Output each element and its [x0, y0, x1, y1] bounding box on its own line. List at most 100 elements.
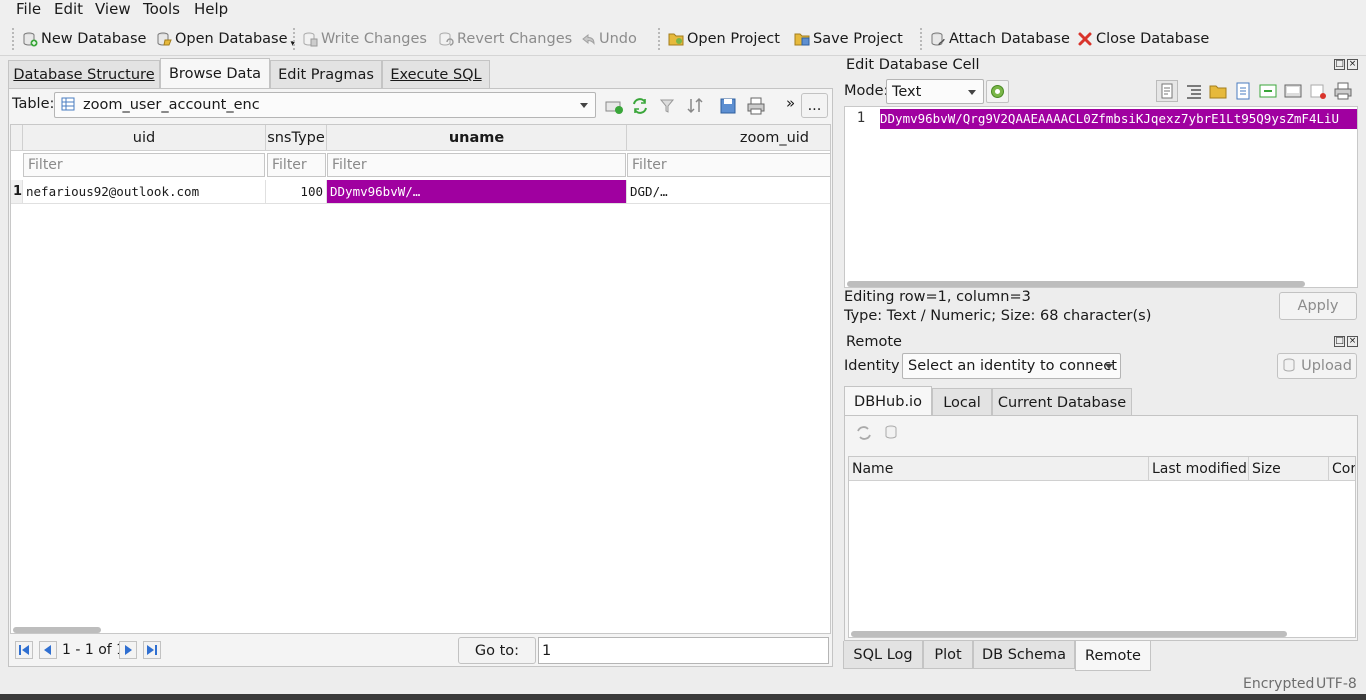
- filter-input-uid[interactable]: Filter: [23, 153, 265, 177]
- cell-snstype[interactable]: 100: [266, 180, 327, 204]
- image-view-icon[interactable]: [1283, 81, 1303, 101]
- tab-db-schema[interactable]: DB Schema: [973, 641, 1075, 669]
- open-database-button[interactable]: Open Database ▾: [156, 26, 295, 52]
- cell-editor[interactable]: 1 DDymv96bvW/Qrg9V2QAAEAAAACL0ZfmbsiKJqe…: [844, 106, 1358, 288]
- tab-edit-pragmas[interactable]: Edit Pragmas: [270, 60, 382, 88]
- export-file-icon[interactable]: [1233, 81, 1253, 101]
- menu-help[interactable]: Help: [192, 0, 230, 22]
- insert-record-icon[interactable]: [604, 96, 624, 116]
- set-as-null-icon[interactable]: [1258, 81, 1278, 101]
- close-icon[interactable]: ×: [1347, 336, 1358, 347]
- refresh-icon[interactable]: [630, 96, 650, 116]
- filter-input-snstype[interactable]: Filter: [267, 153, 326, 177]
- goto-input[interactable]: 1: [538, 637, 829, 664]
- goto-button[interactable]: Go to:: [458, 637, 536, 664]
- column-header-name[interactable]: Name: [849, 457, 1149, 481]
- close-icon[interactable]: ×: [1347, 59, 1358, 70]
- chevron-down-icon: [968, 90, 976, 95]
- refresh-remote-icon[interactable]: [855, 424, 873, 442]
- tab-remote[interactable]: Remote: [1075, 641, 1151, 671]
- tab-database-structure[interactable]: Database Structure: [8, 60, 160, 88]
- more-tools-button[interactable]: »: [786, 94, 795, 112]
- undo-icon: [580, 31, 596, 47]
- upload-icon: [1282, 358, 1298, 374]
- menu-view[interactable]: View: [93, 0, 133, 22]
- cell-editor-content[interactable]: DDymv96bvW/Qrg9V2QAAEAAAACL0ZfmbsiKJqexz…: [880, 109, 1357, 129]
- column-header-uid[interactable]: uid: [23, 125, 266, 151]
- tab-sql-log[interactable]: SQL Log: [843, 641, 923, 669]
- auto-format-icon: [991, 85, 1004, 98]
- tab-plot[interactable]: Plot: [923, 641, 973, 669]
- table-selector[interactable]: zoom_user_account_enc: [54, 92, 596, 118]
- clone-database-icon[interactable]: [883, 424, 901, 442]
- clear-cell-icon[interactable]: [1308, 81, 1328, 101]
- tab-browse-data[interactable]: Browse Data: [160, 58, 270, 88]
- close-database-button[interactable]: Close Database: [1077, 26, 1209, 52]
- tab-local[interactable]: Local: [932, 388, 992, 416]
- remote-file-list[interactable]: Name Last modified Size Cor: [848, 456, 1356, 638]
- first-page-button[interactable]: [15, 641, 33, 659]
- tab-execute-sql[interactable]: Execute SQL: [382, 60, 490, 88]
- column-header-size[interactable]: Size: [1249, 457, 1329, 481]
- column-header-zoom-uid[interactable]: zoom_uid: [627, 125, 830, 151]
- next-page-button[interactable]: [119, 641, 137, 659]
- print-cell-icon[interactable]: [1333, 81, 1353, 101]
- identity-select[interactable]: Select an identity to connect: [902, 353, 1121, 379]
- more-options-button[interactable]: ...: [801, 93, 828, 118]
- apply-button[interactable]: Apply: [1279, 292, 1357, 320]
- menu-file[interactable]: File: [14, 0, 43, 22]
- row-header-corner[interactable]: [11, 125, 23, 151]
- attach-database-icon: [930, 31, 946, 47]
- more-options-label: ...: [807, 97, 822, 114]
- save-table-icon[interactable]: [718, 96, 738, 116]
- tab-browse-data-label: Browse Data: [168, 65, 262, 82]
- chevron-down-icon: [580, 103, 588, 108]
- upload-button[interactable]: Upload: [1277, 353, 1357, 379]
- write-changes-button[interactable]: Write Changes: [302, 26, 427, 52]
- menu-edit[interactable]: Edit: [52, 0, 85, 22]
- column-header-uname[interactable]: uname: [327, 125, 627, 151]
- remote-horizontal-scrollbar[interactable]: [851, 631, 1287, 637]
- save-project-button[interactable]: Save Project: [794, 26, 903, 52]
- tab-db-schema-label: DB Schema: [981, 646, 1067, 663]
- cell-zoom-uid[interactable]: DGD/…: [627, 180, 830, 204]
- cell-uname-selected[interactable]: DDymv96bvW/…: [327, 180, 627, 204]
- row-number[interactable]: 1: [11, 180, 23, 204]
- data-grid[interactable]: uid snsType uname zoom_uid Filter Filter…: [10, 124, 831, 634]
- column-header-last-modified[interactable]: Last modified: [1149, 457, 1249, 481]
- float-icon[interactable]: □: [1334, 336, 1345, 347]
- toolbar-grip[interactable]: [12, 28, 16, 50]
- mode-select-value: Text: [892, 83, 922, 100]
- mode-select[interactable]: Text: [886, 79, 984, 104]
- print-icon[interactable]: [746, 96, 766, 116]
- open-project-button[interactable]: Open Project: [668, 26, 780, 52]
- new-database-button[interactable]: New Database: [22, 26, 146, 52]
- encoding-status: UTF-8: [1316, 676, 1357, 692]
- tab-current-database[interactable]: Current Database: [992, 388, 1132, 416]
- auto-format-button[interactable]: [986, 80, 1009, 103]
- previous-page-button[interactable]: [39, 641, 57, 659]
- undo-button[interactable]: Undo: [580, 26, 637, 52]
- attach-database-button[interactable]: Attach Database: [930, 26, 1070, 52]
- tab-dbhub[interactable]: DBHub.io: [844, 386, 932, 416]
- apply-label: Apply: [1297, 298, 1339, 314]
- editor-horizontal-scrollbar[interactable]: [847, 281, 1305, 287]
- filter-input-uname[interactable]: Filter: [327, 153, 626, 177]
- column-header-commit[interactable]: Cor: [1329, 457, 1355, 481]
- tab-edit-pragmas-label: Edit Pragmas: [278, 66, 374, 83]
- float-icon[interactable]: □: [1334, 59, 1345, 70]
- filter-input-zoom-uid[interactable]: Filter: [627, 153, 830, 177]
- last-page-button[interactable]: [143, 641, 161, 659]
- indent-icon[interactable]: [1184, 81, 1204, 101]
- remote-title: Remote: [846, 334, 902, 350]
- clear-filters-icon[interactable]: [658, 96, 678, 116]
- grid-horizontal-scrollbar[interactable]: [13, 627, 101, 633]
- revert-changes-button[interactable]: Revert Changes: [438, 26, 572, 52]
- cell-uid[interactable]: nefarious92@outlook.com: [23, 180, 266, 204]
- word-wrap-icon[interactable]: [1156, 80, 1178, 102]
- sort-icon[interactable]: [686, 96, 706, 116]
- menu-tools[interactable]: Tools: [141, 0, 182, 22]
- open-project-icon: [668, 31, 684, 47]
- import-file-icon[interactable]: [1208, 81, 1228, 101]
- column-header-snstype[interactable]: snsType: [266, 125, 327, 151]
